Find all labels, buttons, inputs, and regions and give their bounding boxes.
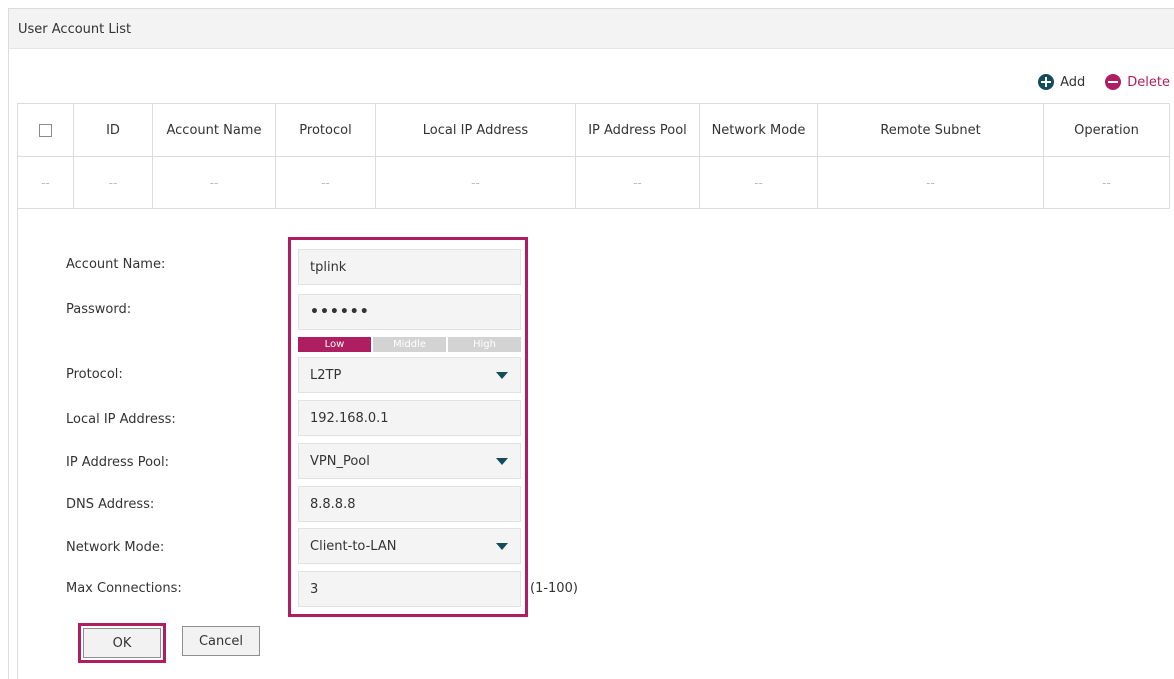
local-ip-field[interactable]: 192.168.0.1 [298, 400, 521, 436]
max-connections-label: Max Connections: [66, 581, 182, 596]
ip-pool-select[interactable]: VPN_Pool [298, 443, 521, 479]
password-label: Password: [66, 302, 132, 317]
column-header-id: ID [73, 103, 153, 157]
network-mode-label: Network Mode: [66, 540, 165, 555]
caret-down-icon [496, 458, 508, 465]
account-edit-form [17, 208, 1169, 679]
strength-middle-segment: Middle [373, 337, 446, 352]
column-header-protocol: Protocol [275, 103, 376, 157]
select-all-checkbox[interactable] [39, 123, 52, 137]
table-cell: -- [699, 156, 818, 209]
caret-down-icon [496, 372, 508, 379]
account-name-field[interactable]: tplink [298, 249, 521, 285]
table-cell: -- [152, 156, 276, 209]
dns-address-field[interactable]: 8.8.8.8 [298, 486, 521, 522]
max-connections-field[interactable]: 3 [298, 571, 521, 607]
ip-pool-label: IP Address Pool: [66, 455, 169, 470]
column-header-operation: Operation [1043, 103, 1170, 157]
dns-address-label: DNS Address: [66, 497, 155, 512]
column-header-account-name: Account Name [152, 103, 276, 157]
table-cell: -- [575, 156, 700, 209]
caret-down-icon [496, 543, 508, 550]
table-cell: -- [375, 156, 576, 209]
table-toolbar: Add Delete [1018, 72, 1170, 92]
max-connections-value: 3 [310, 581, 319, 597]
password-field[interactable]: •••••• [298, 294, 521, 330]
add-button[interactable]: Add [1038, 74, 1085, 90]
strength-high-segment: High [448, 337, 521, 352]
minus-circle-icon [1105, 74, 1122, 90]
max-connections-range-hint: (1-100) [530, 581, 578, 596]
column-header-local-ip: Local IP Address [375, 103, 576, 157]
table-cell: -- [1043, 156, 1170, 209]
network-mode-select[interactable]: Client-to-LAN [298, 528, 521, 564]
panel-title: User Account List [18, 22, 132, 37]
ok-button[interactable]: OK [83, 628, 161, 658]
panel-header: User Account List [9, 9, 1174, 49]
add-label: Add [1060, 74, 1086, 90]
password-value: •••••• [310, 304, 370, 320]
protocol-label: Protocol: [66, 367, 123, 382]
account-name-value: tplink [310, 259, 347, 275]
table-cell: -- [73, 156, 153, 209]
password-strength-meter: Low Middle High [298, 337, 521, 352]
local-ip-label: Local IP Address: [66, 412, 176, 427]
delete-button[interactable]: Delete [1105, 74, 1170, 90]
protocol-value: L2TP [310, 367, 342, 383]
account-name-label: Account Name: [66, 257, 166, 272]
ip-pool-value: VPN_Pool [310, 453, 370, 469]
select-all-cell [17, 103, 74, 157]
protocol-select[interactable]: L2TP [298, 357, 521, 393]
local-ip-value: 192.168.0.1 [310, 410, 389, 426]
delete-label: Delete [1127, 74, 1170, 90]
cancel-button[interactable]: Cancel [182, 626, 260, 656]
table-row: -- -- -- -- -- -- -- -- -- [17, 156, 1170, 209]
network-mode-value: Client-to-LAN [310, 538, 397, 554]
table-cell: -- [17, 156, 74, 209]
table-cell: -- [275, 156, 376, 209]
table-header-row: ID Account Name Protocol Local IP Addres… [17, 103, 1170, 157]
user-account-table: ID Account Name Protocol Local IP Addres… [17, 103, 1170, 209]
column-header-network-mode: Network Mode [699, 103, 818, 157]
strength-low-segment: Low [298, 337, 371, 352]
table-cell: -- [817, 156, 1044, 209]
column-header-remote-subnet: Remote Subnet [817, 103, 1044, 157]
column-header-ip-pool: IP Address Pool [575, 103, 700, 157]
dns-address-value: 8.8.8.8 [310, 496, 356, 512]
plus-circle-icon [1038, 74, 1055, 90]
